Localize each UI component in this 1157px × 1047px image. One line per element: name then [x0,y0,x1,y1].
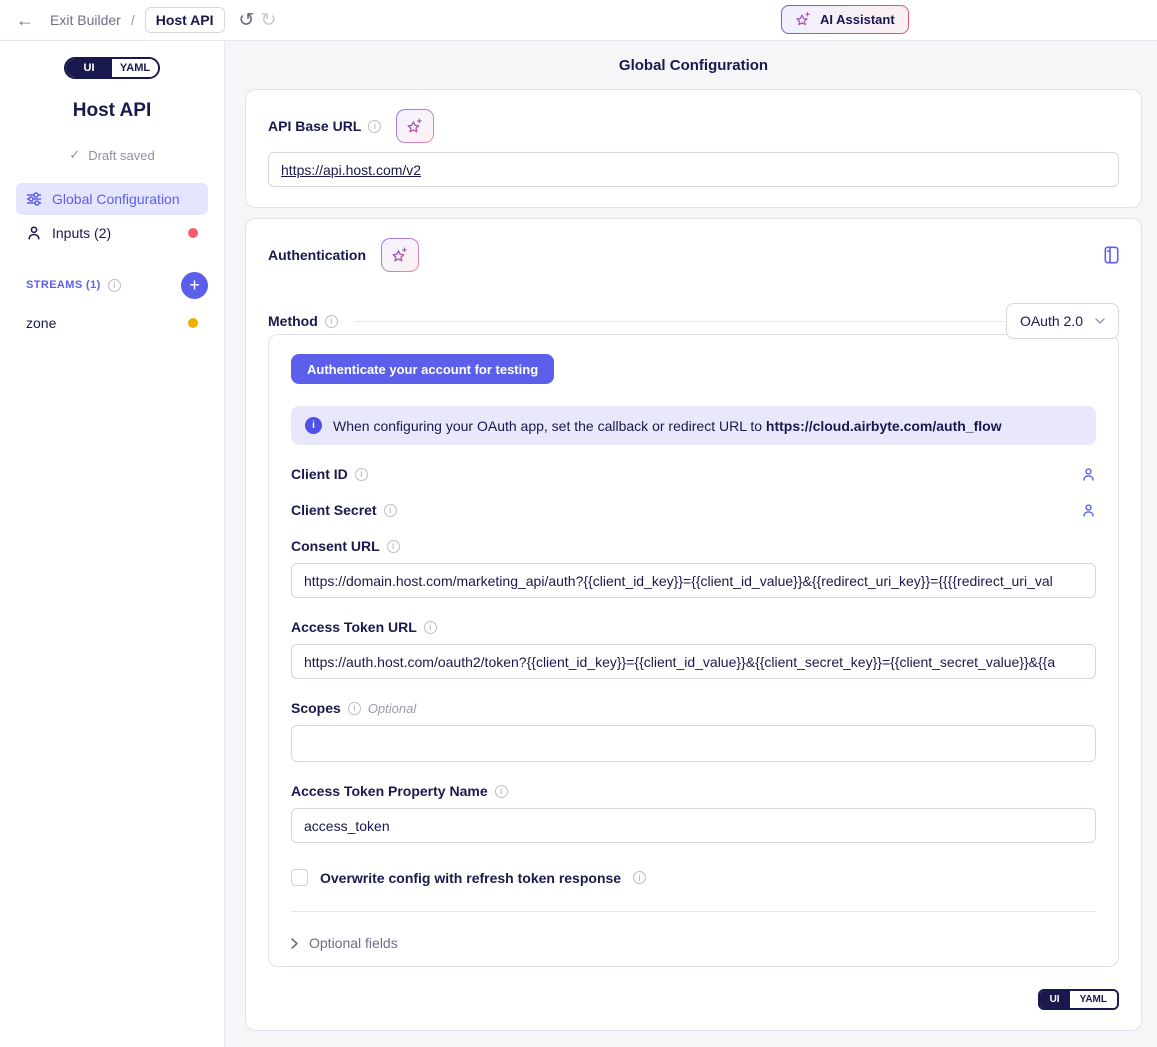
ai-assistant-button[interactable]: AI Assistant [781,5,909,34]
ai-suggest-button[interactable] [381,238,419,272]
page-title: Global Configuration [245,41,1142,89]
info-icon: i [368,120,381,133]
sidebar-item-inputs[interactable]: Inputs (2) [16,217,208,249]
overwrite-config-checkbox[interactable] [291,869,308,886]
client-secret-row: Client Secret i [291,502,1096,518]
stream-label: zone [26,315,56,331]
api-base-url-card: API Base URL i [245,89,1142,208]
top-bar: ← Exit Builder / Host API ↺ ↻ AI Assista… [0,0,1157,41]
card-view-toggle: UI YAML [1038,989,1119,1010]
access-token-url-label: Access Token URL [291,619,417,635]
info-icon: i [348,702,361,715]
info-icon: i [384,504,397,517]
connector-name-pill[interactable]: Host API [145,7,225,33]
ai-assistant-label: AI Assistant [820,12,895,27]
info-icon: i [424,621,437,634]
banner-text: When configuring your OAuth app, set the… [333,418,1002,434]
client-id-row: Client ID i [291,466,1096,482]
api-base-url-label: API Base URL [268,118,361,134]
info-icon: i [108,279,121,292]
user-input-icon[interactable] [1081,467,1096,482]
authenticate-button[interactable]: Authenticate your account for testing [291,354,554,384]
save-status-label: Draft saved [88,148,154,163]
sidebar-view-toggle: UI YAML [64,57,160,79]
sliders-icon [26,191,42,207]
divider [354,321,1006,322]
chevron-right-icon [291,938,298,949]
authentication-card: Authentication Method i [245,218,1142,1031]
back-arrow-icon[interactable]: ← [16,11,34,29]
scopes-label: Scopes [291,700,341,716]
scopes-input[interactable] [291,725,1096,762]
auth-method-select[interactable]: OAuth 2.0 [1006,303,1119,339]
info-icon: i [495,785,508,798]
streams-section-header: STREAMS (1) i + [16,271,208,299]
info-icon: i [387,540,400,553]
overwrite-config-label: Overwrite config with refresh token resp… [320,870,621,886]
consent-url-label: Consent URL [291,538,380,554]
info-icon: i [633,871,646,884]
chevron-down-icon [1095,318,1105,324]
sidebar-toggle-yaml[interactable]: YAML [112,59,158,77]
auth-method-value: OAuth 2.0 [1020,313,1083,329]
info-icon: i [325,315,338,328]
sidebar-item-label: Global Configuration [52,191,180,207]
breadcrumb-exit-builder[interactable]: Exit Builder [50,12,121,28]
sidebar-item-stream-zone[interactable]: zone [16,307,208,339]
streams-header-label: STREAMS (1) [26,279,101,291]
optional-fields-toggle[interactable]: Optional fields [291,935,1096,951]
add-stream-button[interactable]: + [181,272,208,299]
save-status: ✓ Draft saved [0,147,224,163]
inputs-status-dot [188,228,198,238]
divider [291,911,1096,912]
ai-sparkle-icon [795,11,812,28]
api-base-url-input[interactable] [268,152,1119,187]
card-toggle-yaml[interactable]: YAML [1070,991,1117,1008]
user-input-icon[interactable] [1081,503,1096,518]
documentation-icon[interactable] [1104,246,1119,264]
redo-icon[interactable]: ↻ [260,9,276,32]
sidebar-toggle-ui[interactable]: UI [66,59,112,77]
method-label: Method [268,313,318,329]
callback-url: https://cloud.airbyte.com/auth_flow [766,418,1002,434]
consent-url-input[interactable] [291,563,1096,598]
oauth-callback-banner: i When configuring your OAuth app, set t… [291,406,1096,445]
optional-tag: Optional [368,701,416,716]
sidebar-nav: Global Configuration Inputs (2) STREAMS … [0,163,224,339]
access-token-property-name-input[interactable] [291,808,1096,843]
connector-title: Host API [0,100,224,122]
client-id-label: Client ID [291,466,348,482]
sidebar-item-label: Inputs (2) [52,225,111,241]
optional-fields-label: Optional fields [309,935,398,951]
card-toggle-ui[interactable]: UI [1040,991,1070,1008]
sidebar-item-global-configuration[interactable]: Global Configuration [16,183,208,215]
access-token-url-input[interactable] [291,644,1096,679]
info-icon: i [355,468,368,481]
check-icon: ✓ [69,147,80,163]
overwrite-config-row: Overwrite config with refresh token resp… [291,869,1096,886]
client-secret-label: Client Secret [291,502,377,518]
info-icon: i [305,417,322,434]
stream-status-dot [188,318,198,328]
ai-suggest-button[interactable] [396,109,434,143]
undo-icon[interactable]: ↺ [239,9,255,32]
oauth-settings-panel: Authenticate your account for testing i … [268,334,1119,967]
breadcrumb-separator: / [131,12,135,28]
main-content: Global Configuration API Base URL i Auth… [225,0,1157,1031]
sidebar: UI YAML Host API ✓ Draft saved Global Co… [0,41,225,1047]
access-token-property-name-label: Access Token Property Name [291,783,488,799]
person-icon [26,225,42,241]
authentication-label: Authentication [268,247,366,263]
